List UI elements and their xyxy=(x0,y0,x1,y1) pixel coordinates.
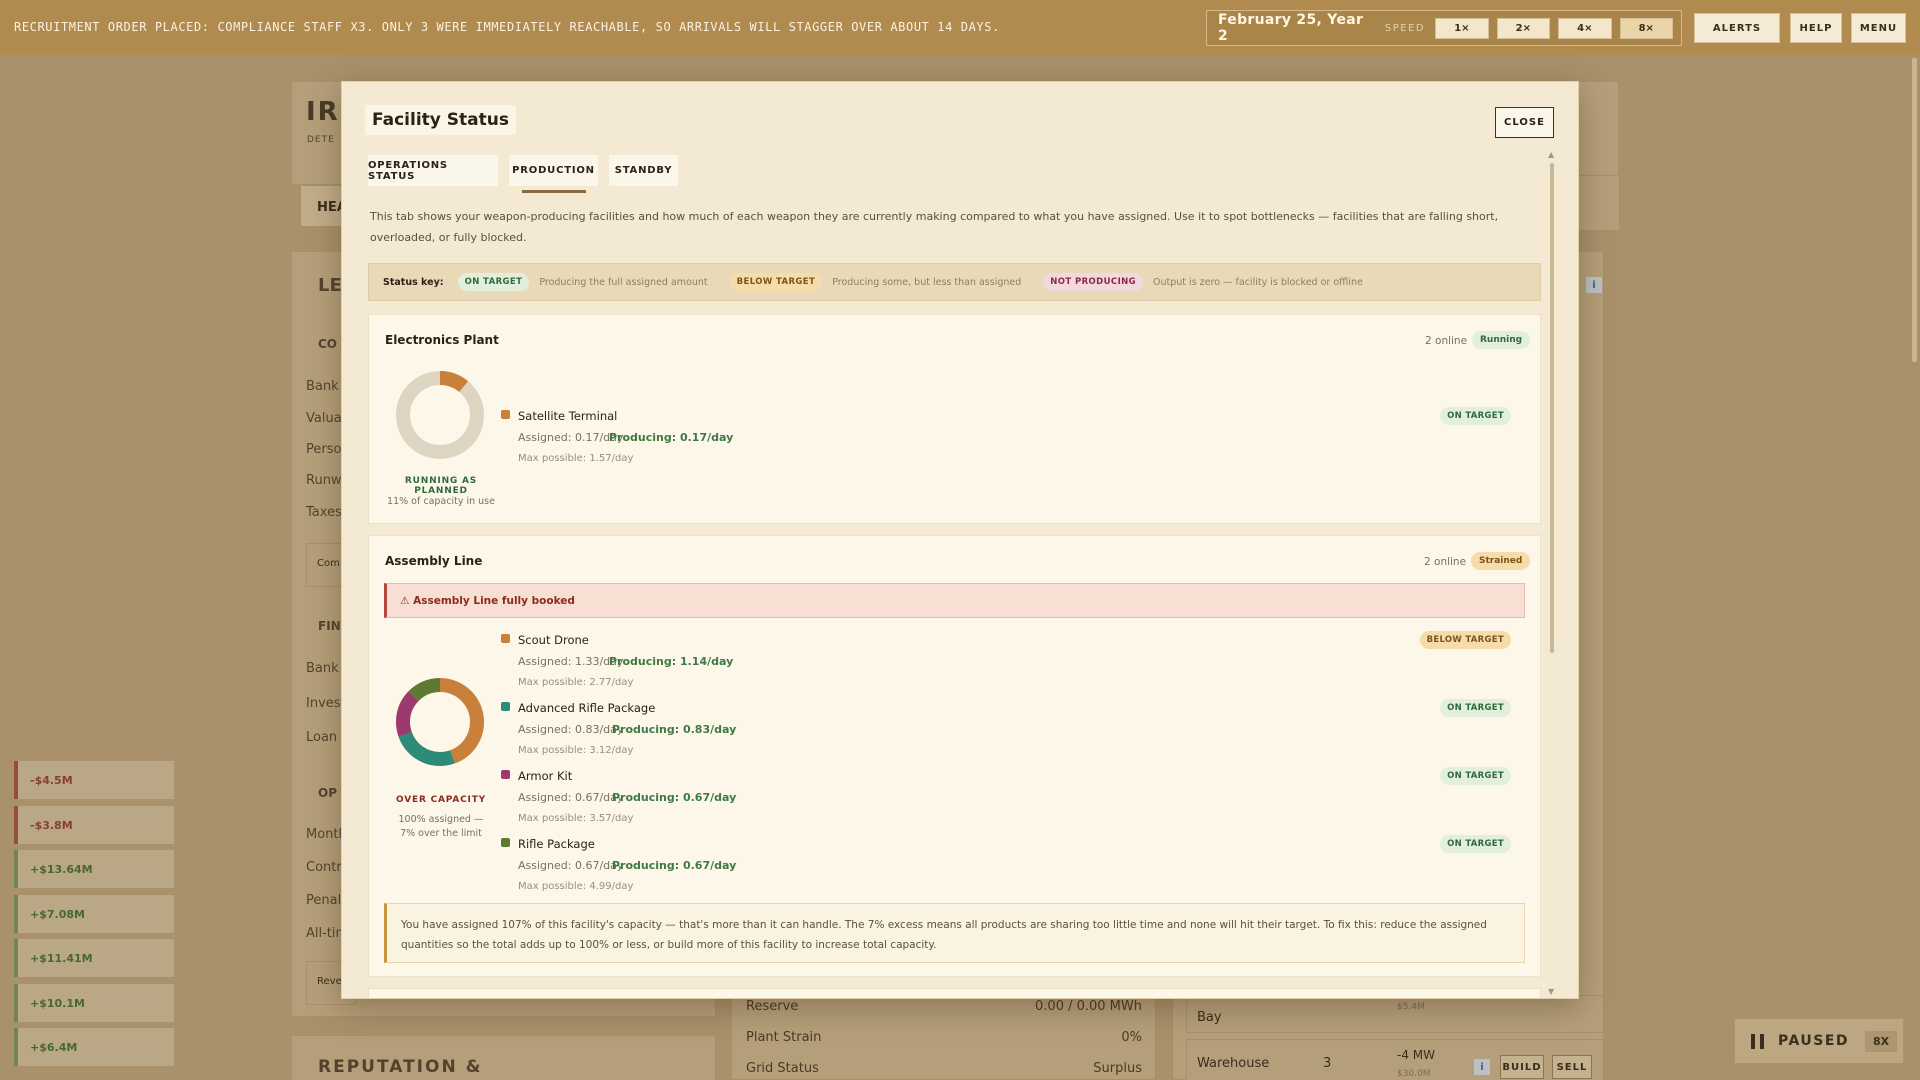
speed-8x-button[interactable]: 8× xyxy=(1619,17,1673,39)
facility-online-count: 2 online xyxy=(1424,556,1467,568)
product-name: Advanced Rifle Package xyxy=(518,701,656,715)
status-key-label: Status key: xyxy=(383,276,444,288)
product-target-pill: ON TARGET xyxy=(1440,835,1511,853)
series-swatch xyxy=(501,838,510,847)
help-button[interactable]: HELP xyxy=(1790,13,1842,43)
donut-status-label: RUNNING AS PLANNED xyxy=(404,476,478,496)
product-row: Satellite Terminal Assigned: 0.17/day Pr… xyxy=(501,405,1511,471)
facility-card-assembly-line: Assembly Line 2 online Strained ⚠ Assemb… xyxy=(368,535,1541,977)
product-row: Rifle Package Assigned: 0.67/day Produci… xyxy=(501,833,1511,899)
status-key: Status key: ON TARGET Producing the full… xyxy=(368,263,1541,301)
donut-status-label: OVER CAPACITY xyxy=(396,795,486,805)
product-target-pill: BELOW TARGET xyxy=(1419,631,1511,649)
product-producing: Producing: 0.67/day xyxy=(612,791,737,804)
facility-card-next xyxy=(368,988,1541,998)
facility-online-count: 2 online xyxy=(1425,335,1468,347)
product-target-pill: ON TARGET xyxy=(1440,407,1511,425)
product-target-pill: ON TARGET xyxy=(1440,699,1511,717)
speed-1x-button[interactable]: 1× xyxy=(1435,17,1489,39)
product-assigned: Assigned: 0.17/day xyxy=(518,431,624,444)
product-name: Rifle Package xyxy=(518,837,595,851)
game-date: February 25, Year 2 xyxy=(1218,12,1364,44)
speed-2x-button[interactable]: 2× xyxy=(1496,17,1551,39)
alerts-button[interactable]: ALERTS xyxy=(1694,13,1780,43)
product-assigned: Assigned: 0.83/day xyxy=(518,723,624,736)
product-producing: Producing: 0.83/day xyxy=(612,723,737,736)
page-scrollbar[interactable] xyxy=(1912,58,1917,362)
facility-status-modal: Facility Status CLOSE OPERATIONS STATUS … xyxy=(341,81,1579,999)
product-max: Max possible: 1.57/day xyxy=(518,453,634,464)
key-desc-on-target: Producing the full assigned amount xyxy=(539,276,708,288)
product-row: Armor Kit Assigned: 0.67/day Producing: … xyxy=(501,765,1511,831)
capacity-donut-electronics xyxy=(396,371,484,459)
facility-card-electronics-plant: Electronics Plant 2 online Running RUNNI… xyxy=(368,314,1541,524)
facility-status-pill: Running xyxy=(1472,331,1531,349)
product-max: Max possible: 3.12/day xyxy=(518,745,634,756)
scroll-down-arrow[interactable]: ▼ xyxy=(1548,987,1554,996)
tab-description: This tab shows your weapon-producing fac… xyxy=(370,210,1499,244)
menu-button[interactable]: MENU xyxy=(1851,13,1906,43)
top-bar: RECRUITMENT ORDER PLACED: COMPLIANCE STA… xyxy=(0,0,1920,55)
product-name: Armor Kit xyxy=(518,769,573,783)
speed-4x-button[interactable]: 4× xyxy=(1558,17,1612,39)
product-max: Max possible: 2.77/day xyxy=(518,677,634,688)
donut-capacity-note: 100% assigned — 7% over the limit xyxy=(398,814,484,839)
modal-scrollbar[interactable] xyxy=(1550,163,1554,653)
product-name: Scout Drone xyxy=(518,633,589,647)
modal-title: Facility Status xyxy=(365,105,516,135)
key-desc-below-target: Producing some, but less than assigned xyxy=(832,276,1022,288)
tab-operations-status[interactable]: OPERATIONS STATUS xyxy=(368,155,498,186)
series-swatch xyxy=(501,634,510,643)
capacity-donut-assembly xyxy=(396,678,484,766)
product-assigned: Assigned: 0.67/day xyxy=(518,859,624,872)
product-row: Scout Drone Assigned: 1.33/day Producing… xyxy=(501,629,1511,695)
speed-label: SPEED xyxy=(1384,22,1426,34)
key-pill-on-target: ON TARGET xyxy=(457,273,530,291)
facility-name: Electronics Plant xyxy=(385,333,499,347)
donut-capacity-note: 11% of capacity in use xyxy=(387,496,495,507)
product-name: Satellite Terminal xyxy=(518,409,618,423)
product-producing: Producing: 1.14/day xyxy=(609,655,734,668)
date-speed-box: February 25, Year 2 SPEED 1× 2× 4× 8× xyxy=(1206,10,1682,46)
series-swatch xyxy=(501,770,510,779)
product-target-pill: ON TARGET xyxy=(1440,767,1511,785)
active-tab-indicator xyxy=(522,190,586,193)
product-row: Advanced Rifle Package Assigned: 0.83/da… xyxy=(501,697,1511,763)
key-pill-not-producing: NOT PRODUCING xyxy=(1043,273,1144,291)
series-swatch xyxy=(501,410,510,419)
product-assigned: Assigned: 0.67/day xyxy=(518,791,624,804)
product-assigned: Assigned: 1.33/day xyxy=(518,655,624,668)
key-desc-not-producing: Output is zero — facility is blocked or … xyxy=(1153,276,1363,288)
tab-standby[interactable]: STANDBY xyxy=(609,155,678,186)
overcapacity-note: You have assigned 107% of this facility'… xyxy=(384,903,1525,963)
news-ticker: RECRUITMENT ORDER PLACED: COMPLIANCE STA… xyxy=(14,20,1000,34)
scroll-up-arrow[interactable]: ▲ xyxy=(1548,150,1554,159)
key-pill-below-target: BELOW TARGET xyxy=(729,273,823,291)
series-swatch xyxy=(501,702,510,711)
product-max: Max possible: 4.99/day xyxy=(518,881,634,892)
facility-status-pill: Strained xyxy=(1471,552,1531,570)
close-button[interactable]: CLOSE xyxy=(1495,107,1554,138)
fully-booked-alert: ⚠ Assembly Line fully booked xyxy=(384,583,1525,618)
product-producing: Producing: 0.67/day xyxy=(612,859,737,872)
tab-production[interactable]: PRODUCTION xyxy=(509,155,598,186)
product-producing: Producing: 0.17/day xyxy=(609,431,734,444)
product-max: Max possible: 3.57/day xyxy=(518,813,634,824)
facility-name: Assembly Line xyxy=(385,554,483,568)
